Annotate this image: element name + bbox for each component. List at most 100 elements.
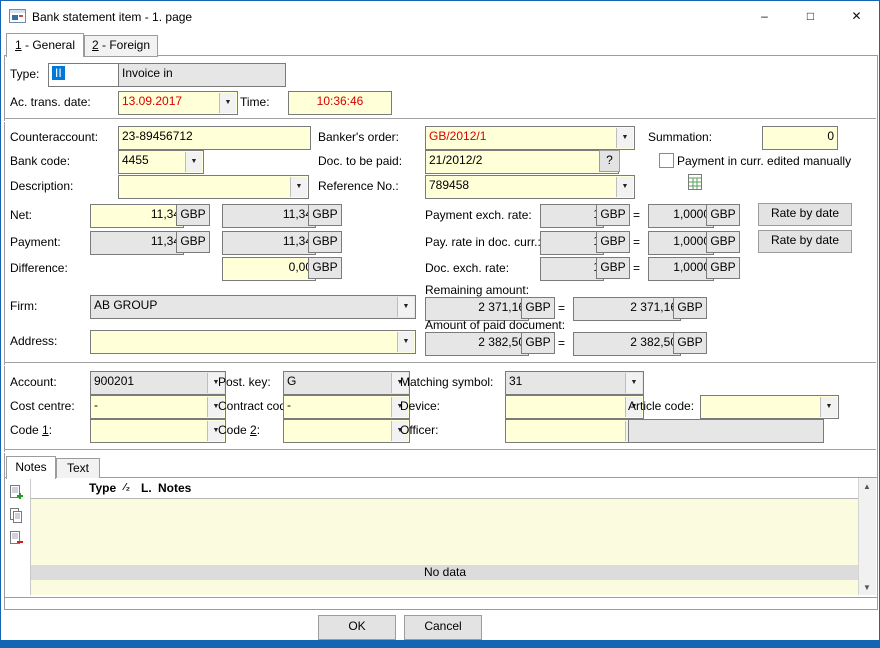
dropdown-arrow-icon[interactable] [185, 152, 202, 172]
difference-field[interactable]: 0,00 [222, 257, 316, 281]
equals-sign: = [633, 260, 640, 276]
dropdown-arrow-icon[interactable] [820, 397, 837, 417]
remaining-amount2-field: 2 371,16 [573, 297, 681, 321]
separator-line [4, 449, 876, 453]
matching-symbol-label: Matching symbol: [400, 374, 493, 390]
currency-unit: GBP [706, 231, 740, 253]
payment-amount-field: 11,34 [90, 231, 184, 255]
close-button[interactable]: ✕ [834, 1, 879, 30]
firm-label: Firm: [10, 298, 37, 314]
dropdown-arrow-icon[interactable] [290, 177, 307, 197]
officer-combo[interactable] [505, 419, 644, 443]
dialog-window: Bank statement item - 1. page – □ ✕ 1 - … [0, 0, 880, 648]
post-key-combo[interactable]: G [283, 371, 410, 395]
payment-in-curr-checkbox[interactable] [659, 153, 674, 168]
grid-icon[interactable] [688, 174, 702, 193]
notes-table-header[interactable]: Type ⁄₂ L. Notes [31, 478, 859, 499]
summation-label: Summation: [648, 129, 712, 145]
bank-code-label: Bank code: [10, 153, 70, 169]
equals-sign: = [558, 335, 565, 351]
tab-general[interactable]: 1 - General [6, 33, 84, 57]
dropdown-arrow-icon[interactable] [625, 373, 642, 393]
amount-paid-field: 2 382,50 [425, 332, 529, 356]
payment-label: Payment: [10, 234, 61, 250]
doc-exch-rate-value-field: 1,0000 [648, 257, 714, 281]
currency-unit: GBP [596, 204, 630, 226]
device-combo[interactable] [505, 395, 644, 419]
currency-unit: GBP [176, 204, 210, 226]
counteraccount-label: Counteraccount: [10, 129, 98, 145]
pay-rate-doc-curr-field: 1 [540, 231, 604, 255]
doc-to-be-paid-combo[interactable]: 21/2012/2 [425, 150, 619, 174]
article-code-combo[interactable] [700, 395, 839, 419]
tab-foreign[interactable]: 2 - Foreign [84, 35, 158, 57]
firm-combo[interactable]: AB GROUP [90, 295, 416, 319]
matching-symbol-combo[interactable]: 31 [505, 371, 644, 395]
doc-to-be-paid-label: Doc. to be paid: [318, 153, 402, 169]
close-icon: ✕ [851, 9, 861, 23]
notes-table-body[interactable]: No data [31, 499, 859, 595]
officer-name-field [628, 419, 824, 443]
dropdown-arrow-icon[interactable] [219, 93, 236, 113]
cost-centre-combo[interactable]: - [90, 395, 226, 419]
pay-rate-doc-curr-label: Pay. rate in doc. curr.: [425, 234, 541, 250]
tab-notes[interactable]: Notes [6, 456, 56, 479]
separator-line [4, 362, 876, 366]
notes-table[interactable]: Type ⁄₂ L. Notes No data [30, 478, 859, 595]
type-name-field: Invoice in [118, 63, 286, 87]
rate-by-date-button-1[interactable]: Rate by date [758, 203, 852, 226]
ok-button[interactable]: OK [318, 615, 396, 640]
officer-label: Officer: [400, 422, 438, 438]
dropdown-arrow-icon[interactable] [397, 332, 414, 352]
currency-unit: GBP [673, 297, 707, 319]
reference-no-combo[interactable]: 789458 [425, 175, 635, 199]
code2-combo[interactable] [283, 419, 410, 443]
ac-trans-date-label: Ac. trans. date: [10, 94, 91, 110]
ac-trans-date-field[interactable]: 13.09.2017 [118, 91, 238, 115]
difference-label: Difference: [10, 260, 68, 276]
cancel-button[interactable]: Cancel [404, 615, 482, 640]
bankers-order-combo[interactable]: GB/2012/1 [425, 126, 635, 150]
scroll-down-icon[interactable] [859, 579, 875, 595]
notes-scrollbar[interactable] [858, 478, 876, 595]
address-label: Address: [10, 333, 57, 349]
tab-text[interactable]: Text [56, 458, 100, 479]
copy-note-icon[interactable] [9, 507, 24, 527]
code1-label: Code 1: [10, 422, 52, 438]
maximize-icon: □ [807, 9, 814, 23]
net-amount-field[interactable]: 11,34 [90, 204, 184, 228]
doc-help-button[interactable]: ? [599, 150, 620, 172]
post-key-label: Post. key: [218, 374, 271, 390]
summation-field[interactable]: 0 [762, 126, 838, 150]
rate-by-date-button-2[interactable]: Rate by date [758, 230, 852, 253]
maximize-button[interactable]: □ [788, 1, 833, 30]
reference-no-label: Reference No.: [318, 178, 399, 194]
code1-combo[interactable] [90, 419, 226, 443]
payment-exch-rate-value-field: 1,0000 [648, 204, 714, 228]
contract-code-combo[interactable]: - [283, 395, 410, 419]
add-note-icon[interactable] [9, 484, 24, 504]
notes-col-type[interactable]: Type [89, 480, 116, 496]
time-field[interactable]: 10:36:46 [288, 91, 392, 115]
description-combo[interactable] [118, 175, 309, 199]
address-combo[interactable] [90, 330, 416, 354]
dropdown-arrow-icon[interactable] [397, 297, 414, 317]
bank-code-combo[interactable]: 4455 [118, 150, 204, 174]
minimize-button[interactable]: – [742, 1, 787, 30]
counteraccount-field[interactable]: 23-89456712 [118, 126, 311, 150]
net-amount2-field: 11,34 [222, 204, 316, 228]
type-label: Type: [10, 66, 39, 82]
dropdown-arrow-icon[interactable] [616, 128, 633, 148]
account-label: Account: [10, 374, 57, 390]
delete-note-icon[interactable] [9, 530, 24, 550]
notes-col-l[interactable]: L. [141, 480, 152, 496]
scroll-up-icon[interactable] [859, 478, 875, 494]
code2-label: Code 2: [218, 422, 260, 438]
currency-unit: GBP [521, 332, 555, 354]
account-combo[interactable]: 900201 [90, 371, 226, 395]
dropdown-arrow-icon[interactable] [616, 177, 633, 197]
minimize-icon: – [761, 9, 768, 23]
separator-line [4, 118, 876, 122]
article-code-label: Article code: [628, 398, 694, 414]
notes-col-notes[interactable]: Notes [158, 480, 191, 496]
